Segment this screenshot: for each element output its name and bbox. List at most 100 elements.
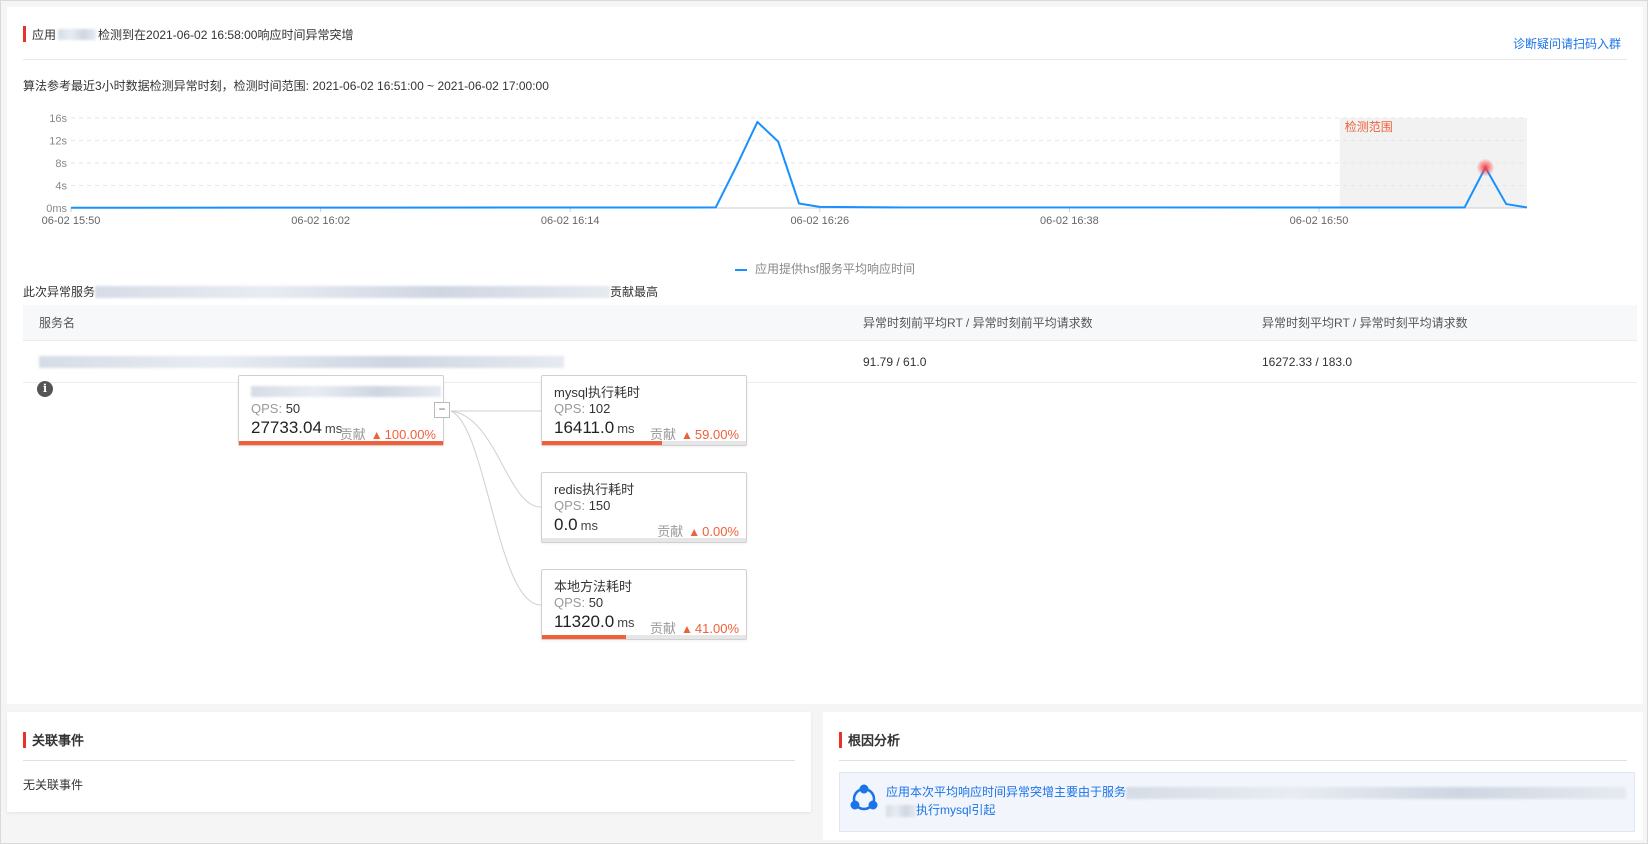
root-rt: 27733.04 ms xyxy=(251,418,342,438)
anomaly-card: 应用 检测到在2021-06-02 16:58:00响应时间异常突增 诊断疑问请… xyxy=(7,7,1643,704)
events-title-text: 关联事件 xyxy=(32,733,85,748)
root-qps-value: 50 xyxy=(285,401,301,416)
rca-text[interactable]: 应用本次平均响应时间异常突增主要由于服务 执行mysql引起 xyxy=(886,783,1627,819)
x-tick-label: 06-02 16:02 xyxy=(291,215,350,227)
child-contrib-label: 贡献 xyxy=(650,621,677,636)
chart-legend[interactable]: 应用提供hsf服务平均响应时间 xyxy=(7,260,1643,277)
title-accent-bar xyxy=(23,26,26,42)
root-contrib-label: 贡献 xyxy=(339,427,366,442)
child-qps-label: QPS: xyxy=(554,498,586,513)
child-qps-value: 150 xyxy=(588,498,611,513)
header-during-rt: 异常时刻平均RT / 异常时刻平均请求数 xyxy=(1262,316,1468,330)
child-name: 本地方法耗时 xyxy=(554,579,633,594)
child-rt-unit: ms xyxy=(617,615,635,630)
child-rt-value: 11320.0 xyxy=(554,612,615,631)
root-service-node[interactable]: QPS: 50 27733.04 ms 贡献 ▲ 100.00% xyxy=(238,375,444,446)
cell-before-rt: 91.79 / 61.0 xyxy=(863,354,927,369)
legend-line-swatch xyxy=(734,268,747,271)
child-qps: QPS: 50 xyxy=(554,595,603,610)
cell-service-name xyxy=(23,355,863,369)
y-tick-label: 4s xyxy=(55,181,67,193)
child-qps: QPS: 150 xyxy=(554,498,610,513)
x-tick-label: 06-02 16:50 xyxy=(1290,215,1349,227)
child-contrib-pct: 0.00% xyxy=(702,524,739,539)
connector-redis xyxy=(450,410,542,508)
rca-accent-bar xyxy=(839,731,842,748)
x-tick-label: 06-02 15:50 xyxy=(42,215,101,227)
detect-range-label: 检测范围 xyxy=(1345,119,1393,134)
page-frame: 应用 检测到在2021-06-02 16:58:00响应时间异常突增 诊断疑问请… xyxy=(0,0,1648,844)
rca-title-text: 根因分析 xyxy=(848,733,901,748)
child-node-redis[interactable]: redis执行耗时 QPS: 150 0.0 ms 贡献 ▲ 0.00% xyxy=(541,472,747,543)
contrib-suffix: 贡献最高 xyxy=(610,285,659,299)
rca-line1: 应用本次平均响应时间异常突增主要由于服务 xyxy=(886,785,1127,799)
child-contrib-pct: 41.00% xyxy=(694,621,739,636)
events-accent-bar xyxy=(23,731,26,748)
child-node-mysql[interactable]: mysql执行耗时 QPS: 102 16411.0 ms 贡献 ▲ 59.00% xyxy=(541,375,747,446)
child-rt-unit: ms xyxy=(617,421,635,436)
child-rt: 16411.0 ms xyxy=(554,418,635,438)
algorithm-note: 算法参考最近3小时数据检测异常时刻，检测时间范围: 2021-06-02 16:… xyxy=(23,79,549,93)
related-events-card: 关联事件 无关联事件 xyxy=(7,712,811,812)
child-contrib-bar xyxy=(542,441,663,445)
x-tick-label: 06-02 16:14 xyxy=(541,215,600,227)
child-rt-value: 16411.0 xyxy=(554,418,615,437)
rca-divider xyxy=(839,760,1627,761)
up-triangle-icon: ▲ xyxy=(681,428,693,442)
child-contrib-track xyxy=(542,538,746,542)
child-rt-unit: ms xyxy=(580,518,598,533)
child-qps-value: 50 xyxy=(588,595,604,610)
redacted-service-cell xyxy=(39,356,564,369)
anomaly-title: 应用 检测到在2021-06-02 16:58:00响应时间异常突增 xyxy=(23,25,353,43)
child-contrib-bar xyxy=(542,635,626,639)
legend-label: 应用提供hsf服务平均响应时间 xyxy=(754,262,915,276)
child-qps: QPS: 102 xyxy=(554,401,610,416)
rca-title: 根因分析 xyxy=(839,730,900,749)
service-table: 服务名 异常时刻前平均RT / 异常时刻前平均请求数 异常时刻平均RT / 异常… xyxy=(23,305,1637,383)
root-contrib-pct: 100.00% xyxy=(384,427,436,442)
child-name: redis执行耗时 xyxy=(554,482,635,497)
series-line xyxy=(70,120,1528,209)
child-qps-value: 102 xyxy=(588,401,611,416)
redacted-service-name xyxy=(95,285,611,298)
connector-local xyxy=(450,410,542,606)
y-tick-label: 8s xyxy=(55,158,67,170)
redacted-app-name xyxy=(58,28,97,40)
top-contributor-line: 此次异常服务 贡献最高 xyxy=(23,283,658,300)
title-prefix: 应用 xyxy=(32,27,57,42)
info-icon[interactable]: i xyxy=(37,381,53,397)
child-rt: 0.0 ms xyxy=(554,515,598,535)
child-contrib-pct: 59.00% xyxy=(694,427,739,442)
events-divider xyxy=(23,760,795,761)
title-suffix: 检测到在2021-06-02 16:58:00响应时间异常突增 xyxy=(98,27,354,42)
root-rt-value: 27733.04 xyxy=(251,418,322,437)
contrib-prefix: 此次异常服务 xyxy=(23,285,96,299)
x-tick-label: 06-02 16:38 xyxy=(1040,215,1099,227)
root-cause-card: 根因分析 应用本次平均响应时间异常突增主要由于服务 执行mysql引起 xyxy=(823,712,1643,840)
root-contrib-bar xyxy=(239,441,443,445)
up-triangle-icon: ▲ xyxy=(370,428,383,442)
events-title: 关联事件 xyxy=(23,730,84,749)
rca-finding[interactable]: 应用本次平均响应时间异常突增主要由于服务 执行mysql引起 xyxy=(839,772,1635,832)
x-tick-label: 06-02 16:26 xyxy=(790,215,849,227)
child-rt-value: 0.0 xyxy=(554,515,578,534)
child-rt: 11320.0 ms xyxy=(554,612,635,632)
collapse-toggle-button[interactable]: − xyxy=(434,402,450,418)
root-qps: QPS: 50 xyxy=(251,401,300,416)
redacted-rca-method xyxy=(886,804,916,817)
rca-line2: 执行mysql引起 xyxy=(916,803,996,817)
join-group-link[interactable]: 诊断疑问请扫码入群 xyxy=(1513,35,1621,52)
share-nodes-icon xyxy=(850,784,878,811)
child-contrib-label: 贡献 xyxy=(650,427,677,442)
no-events-text: 无关联事件 xyxy=(23,778,84,792)
header-divider xyxy=(23,59,1627,60)
child-qps-label: QPS: xyxy=(554,401,586,416)
child-name: mysql执行耗时 xyxy=(554,385,640,400)
up-triangle-icon: ▲ xyxy=(688,525,701,539)
header-service-name: 服务名 xyxy=(39,316,76,330)
y-tick-label: 12s xyxy=(49,136,67,148)
up-triangle-icon: ▲ xyxy=(681,622,693,636)
redacted-root-service xyxy=(251,386,441,397)
redacted-rca-service xyxy=(1126,786,1627,799)
child-node-local[interactable]: 本地方法耗时 QPS: 50 11320.0 ms 贡献 ▲ 41.00% xyxy=(541,569,747,640)
